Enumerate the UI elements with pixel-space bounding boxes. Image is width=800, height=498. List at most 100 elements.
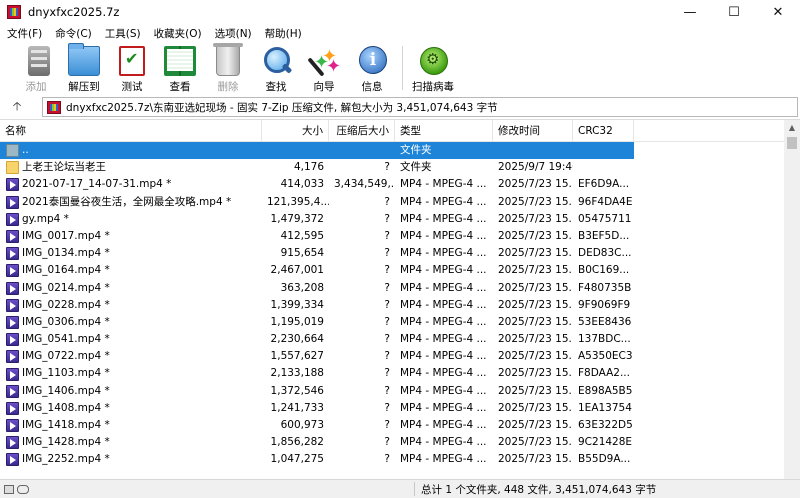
table-row[interactable]: IMG_0541.mp4 * 2,230,664? MP4 - MPEG-4 ...…: [0, 331, 784, 348]
cell-crc: E898A5B5: [578, 384, 633, 397]
find-button[interactable]: 查找: [252, 42, 300, 96]
extract-folder-icon: [68, 43, 100, 76]
table-row[interactable]: IMG_1428.mp4 * 1,856,282? MP4 - MPEG-4 ...…: [0, 434, 784, 451]
delete-button[interactable]: 删除: [204, 42, 252, 96]
extract-to-button[interactable]: 解压到: [60, 42, 108, 96]
key-icon[interactable]: [17, 484, 29, 494]
table-row[interactable]: 上老王论坛当老王 4,176? 文件夹 2025/9/7 19:46: [0, 159, 784, 176]
test-button[interactable]: 测试: [108, 42, 156, 96]
info-button[interactable]: 信息: [348, 42, 396, 96]
folder-icon: [6, 161, 19, 175]
cell-packed: ?: [384, 419, 390, 431]
table-row[interactable]: IMG_0164.mp4 * 2,467,001? MP4 - MPEG-4 ...…: [0, 262, 784, 279]
cell-name: IMG_0722.mp4 *: [0, 348, 262, 365]
cell-name: IMG_0134.mp4 *: [0, 245, 262, 262]
table-row-parent-folder[interactable]: .. 文件夹: [0, 142, 784, 160]
column-header-name[interactable]: 名称: [0, 120, 262, 142]
row-cells: IMG_0306.mp4 * 1,195,019? MP4 - MPEG-4 ...…: [0, 314, 634, 331]
winrar-app-icon[interactable]: [7, 5, 21, 19]
table-row[interactable]: IMG_0017.mp4 * 412,595? MP4 - MPEG-4 ... 20…: [0, 228, 784, 245]
table-row[interactable]: IMG_0214.mp4 * 363,208? MP4 - MPEG-4 ... 20…: [0, 280, 784, 297]
video-file-icon: [6, 281, 19, 295]
add-archive-icon: [27, 46, 50, 76]
cell-packed: [329, 142, 395, 159]
cell-size: 412,595: [280, 229, 324, 242]
drive-icon[interactable]: [4, 484, 14, 494]
table-row[interactable]: 2021-07-17_14-07-31.mp4 * 414,033 3,434,54…: [0, 176, 784, 193]
cell-name: IMG_2252.mp4 *: [0, 451, 262, 468]
vertical-scrollbar[interactable]: ▲: [784, 120, 800, 479]
table-row[interactable]: IMG_1408.mp4 * 1,241,733? MP4 - MPEG-4 ...…: [0, 400, 784, 417]
menu-help[interactable]: 帮助(H): [258, 26, 308, 41]
virus-scan-button-label: 扫描病毒: [412, 81, 454, 93]
column-header-type[interactable]: 类型: [395, 120, 493, 142]
cell-packed: ?: [384, 298, 390, 311]
cell-size: 2,133,188: [270, 367, 324, 380]
table-row[interactable]: IMG_1103.mp4 * 2,133,188? MP4 - MPEG-4 ...…: [0, 365, 784, 382]
cell-name: IMG_0228.mp4 *: [0, 297, 262, 314]
table-row[interactable]: IMG_0722.mp4 * 1,557,627? MP4 - MPEG-4 ...…: [0, 348, 784, 365]
file-name: IMG_0722.mp4 *: [22, 350, 110, 363]
video-file-icon: [6, 298, 19, 312]
status-summary: 总计 1 个文件夹, 448 文件, 3,451,074,643 字节: [421, 484, 657, 496]
video-file-icon: [6, 247, 19, 261]
file-name: ..: [22, 144, 29, 156]
add-button[interactable]: 添加: [12, 42, 60, 96]
column-header-size[interactable]: 大小: [262, 120, 329, 142]
minimize-button[interactable]: —: [668, 0, 712, 24]
wizard-button[interactable]: 向导: [300, 42, 348, 96]
cell-size: 2,467,001: [270, 264, 324, 277]
info-icon: [356, 46, 388, 76]
title-bar: dnyxfxc2025.7z — ☐ ✕: [0, 0, 800, 24]
scrollbar-thumb[interactable]: [787, 137, 797, 149]
view-button[interactable]: 查看: [156, 42, 204, 96]
delete-trash-icon: [213, 43, 243, 76]
cell-crc: B3EF5D...: [578, 229, 630, 242]
cell-crc: F480735B: [578, 281, 632, 294]
cell-modified: 2025/9/7 19:46: [498, 161, 573, 174]
menu-favorites[interactable]: 收藏夹(O): [147, 26, 208, 41]
cell-name: 上老王论坛当老王: [0, 159, 262, 176]
cell-size: 121,395,4...: [267, 195, 329, 208]
column-header-crc[interactable]: CRC32: [573, 120, 634, 142]
cell-crc: F8DAA2...: [578, 367, 630, 380]
table-row[interactable]: 2021泰国曼谷夜生活，全网最全攻略.mp4 * 121,395,4...? MP4…: [0, 194, 784, 211]
cell-size: 2,230,664: [270, 333, 324, 346]
table-row[interactable]: IMG_1418.mp4 * 600,973? MP4 - MPEG-4 ... 20…: [0, 417, 784, 434]
cell-modified: 2025/7/23 15...: [498, 247, 573, 260]
menu-commands[interactable]: 命令(C): [48, 26, 98, 41]
cell-name: 2021-07-17_14-07-31.mp4 *: [0, 176, 262, 193]
toolbar: 添加 解压到 测试 查看 删除 查找 向导 信息 扫描病毒: [0, 42, 800, 96]
virus-scan-icon: [417, 46, 449, 76]
up-one-level-button[interactable]: 🡡: [0, 96, 34, 118]
menu-tools[interactable]: 工具(S): [98, 26, 147, 41]
video-file-icon: [6, 333, 19, 347]
maximize-button[interactable]: ☐: [712, 0, 756, 24]
video-file-icon: [6, 419, 19, 433]
info-button-label: 信息: [361, 81, 383, 93]
menu-options[interactable]: 选项(N): [208, 26, 258, 41]
cell-size: [262, 142, 329, 159]
table-row[interactable]: IMG_1406.mp4 * 1,372,546? MP4 - MPEG-4 ...…: [0, 383, 784, 400]
table-row[interactable]: gy.mp4 * 1,479,372? MP4 - MPEG-4 ... 2025/7…: [0, 211, 784, 228]
path-field[interactable]: dnyxfxc2025.7z\东南亚选妃现场 - 固实 7-Zip 压缩文件, …: [42, 97, 798, 117]
row-cells: 2021泰国曼谷夜生活，全网最全攻略.mp4 * 121,395,4...? MP4…: [0, 194, 634, 211]
table-row[interactable]: IMG_0134.mp4 * 915,654? MP4 - MPEG-4 ... 20…: [0, 245, 784, 262]
scroll-up-arrow-icon[interactable]: ▲: [784, 120, 800, 136]
menu-file[interactable]: 文件(F): [0, 26, 48, 41]
view-book-icon: [164, 46, 196, 76]
file-list[interactable]: 名称 大小 压缩后大小 类型 修改时间 CRC32 .. 文件夹 上老王论坛当老王 4…: [0, 119, 800, 479]
video-file-icon: [6, 230, 19, 244]
file-name: IMG_1418.mp4 *: [22, 419, 110, 431]
table-row[interactable]: IMG_0228.mp4 * 1,399,334? MP4 - MPEG-4 ...…: [0, 297, 784, 314]
table-row[interactable]: IMG_2252.mp4 * 1,047,275? MP4 - MPEG-4 ...…: [0, 451, 784, 468]
table-row[interactable]: IMG_0306.mp4 * 1,195,019? MP4 - MPEG-4 ...…: [0, 314, 784, 331]
cell-name: IMG_1408.mp4 *: [0, 400, 262, 417]
virus-scan-button[interactable]: 扫描病毒: [409, 42, 457, 96]
cell-modified: 2025/7/23 15...: [498, 298, 573, 311]
row-cells: 上老王论坛当老王 4,176? 文件夹 2025/9/7 19:46: [0, 159, 634, 176]
column-header-packed[interactable]: 压缩后大小: [329, 120, 395, 142]
cell-packed: 3,434,549,...: [334, 178, 395, 191]
column-header-modified[interactable]: 修改时间: [493, 120, 573, 142]
close-button[interactable]: ✕: [756, 0, 800, 24]
